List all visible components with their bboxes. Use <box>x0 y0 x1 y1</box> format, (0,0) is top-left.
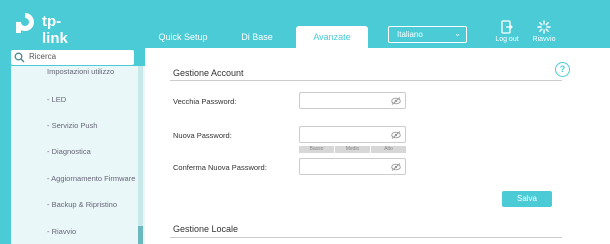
sidebar-menu: Impostazioni utilizzo - LED - Servizio P… <box>11 66 145 244</box>
reboot-icon <box>537 20 551 34</box>
save-button[interactable]: Salva <box>502 191 552 207</box>
brand-name: tp-link <box>42 13 68 47</box>
strength-medium: Medio <box>335 146 370 153</box>
strength-low: Basso <box>299 146 334 153</box>
tab-avanzate[interactable]: Avanzate <box>296 26 368 48</box>
strength-high: Alto <box>371 146 406 153</box>
section-divider <box>170 80 562 81</box>
logout-icon <box>501 20 513 34</box>
help-icon[interactable]: ? <box>555 62 570 77</box>
search-icon <box>14 52 25 63</box>
confirm-password-field[interactable] <box>299 158 406 175</box>
sidebar-item-impostazioni[interactable]: Impostazioni utilizzo <box>47 67 114 76</box>
password-strength-meter: Basso Medio Alto <box>299 146 406 153</box>
language-select[interactable]: Italiano ⌄ <box>388 26 467 43</box>
sidebar-item-led[interactable]: - LED <box>47 95 66 104</box>
search-placeholder: Ricerca <box>29 52 57 61</box>
search-input[interactable]: Ricerca <box>11 50 134 65</box>
chevron-down-icon: ⌄ <box>454 29 461 38</box>
confirm-password-label: Conferma Nuova Password: <box>173 163 267 172</box>
section-title-local: Gestione Locale <box>173 224 239 234</box>
hide-password-icon[interactable] <box>391 97 401 105</box>
old-password-label: Vecchia Password: <box>173 97 237 106</box>
tab-quick-setup[interactable]: Quick Setup <box>150 26 216 48</box>
logout-label: Log out <box>495 36 519 43</box>
new-password-field[interactable] <box>299 126 406 143</box>
tab-di-base[interactable]: Di Base <box>232 26 282 48</box>
tp-link-logo: tp-link <box>12 10 86 47</box>
hide-password-icon[interactable] <box>391 163 401 171</box>
sidebar-item-diagnostica[interactable]: - Diagnostica <box>47 147 91 156</box>
new-password-label: Nuova Password: <box>173 131 232 140</box>
sidebar-item-servizio-push[interactable]: - Servizio Push <box>47 121 97 130</box>
section-divider <box>170 237 562 238</box>
sidebar-item-aggiornamento-firmware[interactable]: - Aggiornamento Firmware <box>47 174 135 183</box>
old-password-field[interactable] <box>299 92 406 109</box>
sidebar-item-backup-ripristino[interactable]: - Backup & Ripristino <box>47 200 117 209</box>
section-title-account: Gestione Account <box>173 68 244 78</box>
hide-password-icon[interactable] <box>391 131 401 139</box>
reboot-label: Riavvio <box>532 36 556 43</box>
logout-button[interactable]: Log out <box>487 20 527 43</box>
sidebar-scrollbar[interactable] <box>138 66 143 244</box>
language-value: Italiano <box>397 30 423 39</box>
sidebar-scrollbar-thumb[interactable] <box>138 226 143 244</box>
tp-link-logo-icon <box>16 13 34 33</box>
sidebar-item-riavvio[interactable]: - Riavvio <box>47 227 76 236</box>
reboot-button[interactable]: Riavvio <box>524 20 564 43</box>
